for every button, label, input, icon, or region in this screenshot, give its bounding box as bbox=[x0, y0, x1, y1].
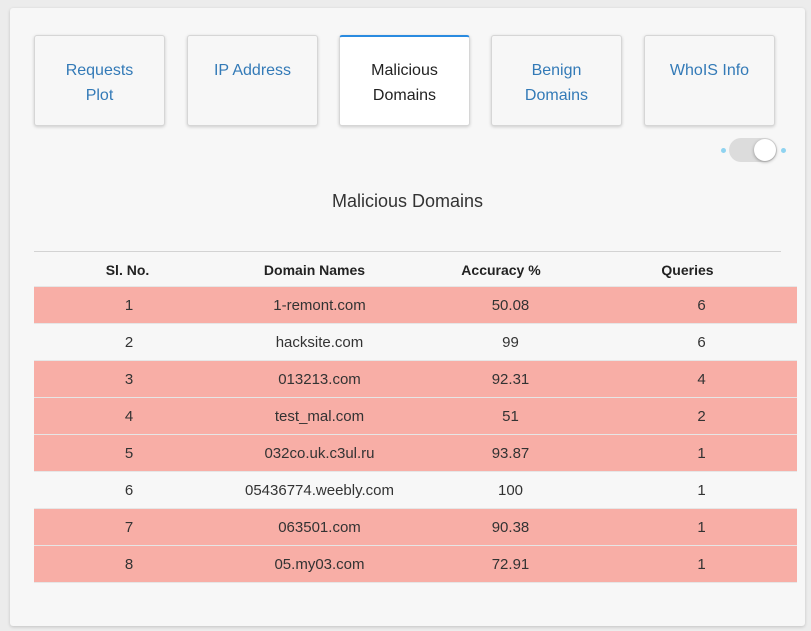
tab-whois-info[interactable]: WhoIS Info bbox=[644, 35, 775, 126]
table-row: 8 05.my03.com 72.91 1 bbox=[34, 545, 797, 582]
table-row: 3 013213.com 92.31 4 bbox=[34, 360, 797, 397]
cell-domain: test_mal.com bbox=[274, 408, 365, 425]
cell-queries: 2 bbox=[697, 408, 706, 425]
cell-domain: 05436774.weebly.com bbox=[245, 482, 394, 499]
cell-domain: 013213.com bbox=[278, 371, 361, 388]
cell-queries: 4 bbox=[697, 371, 706, 388]
toggle-knob[interactable] bbox=[754, 139, 776, 161]
cell-queries: 6 bbox=[697, 297, 706, 314]
tab-label-line: Benign bbox=[531, 62, 582, 79]
main-panel: Requests Plot IP Address Malicious Domai… bbox=[10, 8, 805, 626]
cell-queries: 1 bbox=[697, 445, 706, 462]
tab-malicious-domains[interactable]: Malicious Domains bbox=[339, 35, 470, 126]
cell-sl-no: 3 bbox=[124, 371, 134, 388]
cell-accuracy: 93.87 bbox=[491, 445, 530, 462]
cell-accuracy: 92.31 bbox=[491, 371, 530, 388]
cell-sl-no: 5 bbox=[124, 445, 134, 462]
cell-sl-no: 8 bbox=[124, 556, 134, 573]
cell-domain: 05.my03.com bbox=[274, 556, 365, 573]
table-row: 6 05436774.weebly.com 100 1 bbox=[34, 471, 797, 508]
table-row: 5 032co.uk.c3ul.ru 93.87 1 bbox=[34, 434, 797, 471]
cell-sl-no: 1 bbox=[124, 297, 134, 314]
header-domain-names[interactable]: Domain Names bbox=[221, 262, 408, 278]
tab-label-line: Plot bbox=[85, 87, 114, 104]
cell-queries: 6 bbox=[697, 334, 706, 351]
table-row: 1 1-remont.com 50.08 6 bbox=[34, 286, 797, 323]
cell-domain: 063501.com bbox=[278, 519, 361, 536]
toggle-left-dot-icon bbox=[721, 148, 726, 153]
cell-accuracy: 90.38 bbox=[491, 519, 530, 536]
toggle-track[interactable] bbox=[729, 138, 777, 162]
cell-accuracy: 51 bbox=[502, 408, 519, 425]
cell-accuracy: 72.91 bbox=[491, 556, 530, 573]
tab-label-line: IP Address bbox=[213, 62, 292, 79]
cell-queries: 1 bbox=[697, 482, 706, 499]
tab-label-line: Domains bbox=[372, 87, 437, 104]
cell-accuracy: 99 bbox=[502, 334, 519, 351]
tab-requests-plot[interactable]: Requests Plot bbox=[34, 35, 165, 126]
table-row: 2 hacksite.com 99 6 bbox=[34, 323, 797, 360]
table-row: 4 test_mal.com 51 2 bbox=[34, 397, 797, 434]
header-sl-no[interactable]: Sl. No. bbox=[34, 262, 221, 278]
cell-sl-no: 2 bbox=[124, 334, 134, 351]
header-queries[interactable]: Queries bbox=[594, 262, 781, 278]
table-body: 1 1-remont.com 50.08 6 2 hacksite.com 99… bbox=[34, 286, 797, 582]
tab-label-line: Domains bbox=[524, 87, 589, 104]
table-row: 7 063501.com 90.38 1 bbox=[34, 508, 797, 545]
tab-label-line: Malicious bbox=[371, 62, 438, 79]
cell-domain: 1-remont.com bbox=[273, 297, 366, 314]
section-title: Malicious Domains bbox=[331, 191, 484, 211]
cell-domain: hacksite.com bbox=[275, 334, 364, 351]
cell-queries: 1 bbox=[697, 556, 706, 573]
cell-accuracy: 100 bbox=[497, 482, 524, 499]
tab-label-line: WhoIS Info bbox=[669, 62, 750, 79]
cell-queries: 1 bbox=[697, 519, 706, 536]
header-accuracy[interactable]: Accuracy % bbox=[408, 262, 594, 278]
table-bottom-border bbox=[34, 582, 797, 583]
table-header: Sl. No. Domain Names Accuracy % Queries bbox=[34, 251, 781, 286]
cell-sl-no: 4 bbox=[124, 408, 134, 425]
cell-accuracy: 50.08 bbox=[491, 297, 530, 314]
cell-sl-no: 7 bbox=[124, 519, 134, 536]
view-toggle[interactable] bbox=[721, 137, 787, 163]
malicious-domains-table: Sl. No. Domain Names Accuracy % Queries … bbox=[34, 251, 797, 583]
tab-ip-address[interactable]: IP Address bbox=[187, 35, 318, 126]
tab-label-line: Requests bbox=[65, 62, 134, 79]
tab-benign-domains[interactable]: Benign Domains bbox=[491, 35, 622, 126]
toggle-right-dot-icon bbox=[781, 148, 786, 153]
cell-domain: 032co.uk.c3ul.ru bbox=[264, 445, 375, 462]
cell-sl-no: 6 bbox=[124, 482, 134, 499]
